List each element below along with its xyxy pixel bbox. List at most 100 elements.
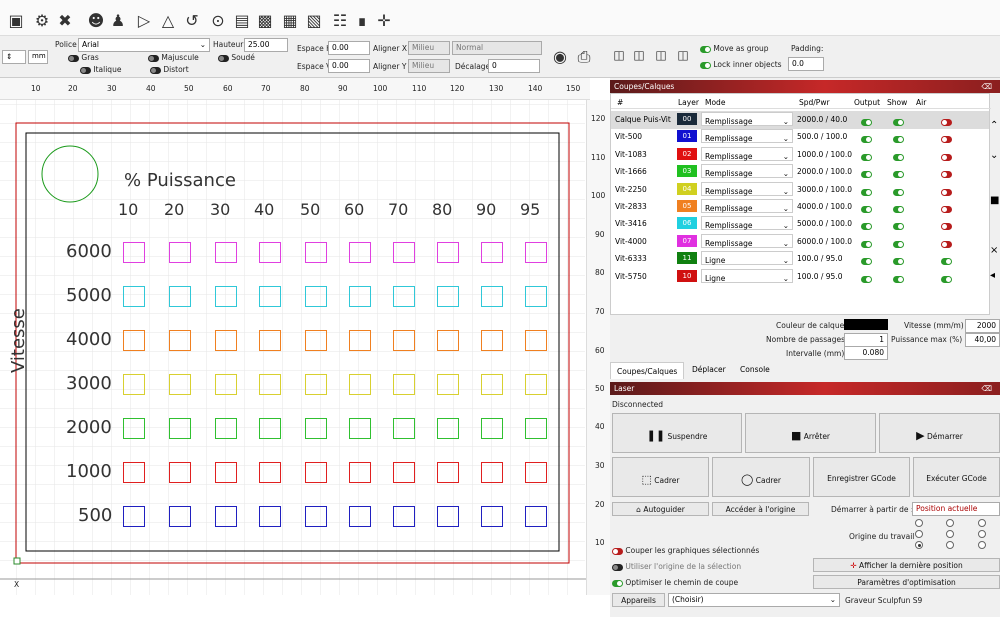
test-square[interactable] [123,330,145,351]
layer-mode-select[interactable]: Remplissage ⌄ [701,181,793,196]
test-square[interactable] [123,242,145,263]
test-square[interactable] [481,286,503,307]
test-square[interactable] [481,506,503,527]
test-square[interactable] [481,462,503,483]
layer-mode-select[interactable]: Remplissage ⌄ [701,233,793,248]
test-square[interactable] [305,242,327,263]
monitor-icon[interactable]: ▣ [6,10,26,32]
layer-mode-select[interactable]: Remplissage ⌄ [701,216,793,231]
origin-radio-mc[interactable] [946,530,954,538]
tab-move[interactable]: Déplacer [686,362,732,379]
test-square[interactable] [215,242,237,263]
speed-label[interactable]: 6000 [66,241,112,262]
speed-field[interactable]: 2000 [965,319,1000,333]
test-square[interactable] [349,242,371,263]
move-as-group-option[interactable]: Move as group [700,44,769,53]
maxpower-field[interactable]: 40,00 [965,333,1000,347]
rotary-icon[interactable]: ∎ [352,10,372,32]
test-square[interactable] [525,418,547,439]
padding-field[interactable]: 0.0 [788,57,824,71]
align2-icon[interactable]: ▩ [255,10,275,32]
use-origin-option[interactable]: Utiliser l'origine de la sélection [612,562,741,571]
test-square[interactable] [437,330,459,351]
test-square[interactable] [169,330,191,351]
test-square[interactable] [349,418,371,439]
test-square[interactable] [393,506,415,527]
test-square[interactable] [393,374,415,395]
layer-row[interactable]: Vit-5750 10 Ligne ⌄ 100.0 / 95.0 [611,268,989,286]
print-icon[interactable]: ⎙ [574,46,594,68]
test-square[interactable] [437,506,459,527]
test-square[interactable] [393,242,415,263]
run-gcode-button[interactable]: Exécuter GCode [913,457,1000,497]
upper-option[interactable]: Majuscule [148,53,199,62]
layer-row[interactable]: Vit-1083 02 Remplissage ⌄ 1000.0 / 100.0 [611,146,989,164]
layer-row[interactable]: Vit-2833 05 Remplissage ⌄ 4000.0 / 100.0 [611,198,989,216]
test-square[interactable] [437,286,459,307]
align-left-icon[interactable]: ◫ [609,44,629,66]
test-square[interactable] [123,418,145,439]
welded-toggle[interactable] [218,54,229,62]
test-square[interactable] [349,506,371,527]
test-square[interactable] [123,374,145,395]
start-button[interactable]: ▶ Démarrer [879,413,1000,453]
test-square[interactable] [437,418,459,439]
test-square[interactable] [437,374,459,395]
power-label[interactable]: 70 [388,200,408,219]
test-square[interactable] [123,506,145,527]
test-square[interactable] [437,462,459,483]
test-square[interactable] [215,462,237,483]
pause-button[interactable]: ❚❚ Suspendre [612,413,742,453]
test-square[interactable] [169,286,191,307]
test-square[interactable] [169,242,191,263]
bold-toggle[interactable] [68,54,79,62]
vspace-field[interactable]: 0.00 [328,59,370,73]
test-square[interactable] [215,286,237,307]
test-square[interactable] [305,506,327,527]
layer-mode-select[interactable]: Remplissage ⌄ [701,129,793,144]
speed-label[interactable]: 2000 [66,417,112,438]
optimization-settings-button[interactable]: Paramètres d'optimisation [813,575,1000,589]
go-origin-button[interactable]: Accéder à l'origine [712,502,809,516]
power-label[interactable]: 90 [476,200,496,219]
test-square[interactable] [393,330,415,351]
test-square[interactable] [169,418,191,439]
test-square[interactable] [305,462,327,483]
test-square[interactable] [215,374,237,395]
tools-icon[interactable]: ✖ [55,10,75,32]
layer-color-swatch[interactable] [844,319,888,330]
unit-select[interactable]: mm [28,50,48,64]
speed-label[interactable]: 3000 [66,373,112,394]
test-square[interactable] [525,242,547,263]
test-square[interactable] [393,462,415,483]
stop-button[interactable]: ■ Arrêter [745,413,876,453]
test-square[interactable] [349,286,371,307]
align-bottom-icon[interactable]: ◫ [673,44,693,66]
test-square[interactable] [481,418,503,439]
test-square[interactable] [259,242,281,263]
layer-row[interactable]: Vit-2250 04 Remplissage ⌄ 3000.0 / 100.0 [611,181,989,199]
test-square[interactable] [305,286,327,307]
power-label[interactable]: 95 [520,200,540,219]
layer-mode-select[interactable]: Remplissage ⌄ [701,199,793,213]
interval-field[interactable]: 0.080 [844,346,888,360]
test-square[interactable] [169,374,191,395]
test-square[interactable] [259,374,281,395]
alignx-select[interactable]: Milieu [408,41,450,55]
origin-radio-tr[interactable] [978,519,986,527]
origin-radio-br[interactable] [978,541,986,549]
devices-button[interactable]: Appareils [612,593,665,607]
test-square[interactable] [123,286,145,307]
test-square[interactable] [259,506,281,527]
test-square[interactable] [349,462,371,483]
pin-icon[interactable]: ⌫ [981,384,992,393]
pin-icon[interactable]: ⌫ [981,82,992,91]
test-square[interactable] [259,286,281,307]
test-square[interactable] [305,374,327,395]
speed-label[interactable]: 500 [78,505,112,526]
layer-row[interactable]: Vit-1666 03 Remplissage ⌄ 2000.0 / 100.0 [611,163,989,181]
bold-option[interactable]: Gras [68,53,99,62]
power-label[interactable]: 40 [254,200,274,219]
chevron-up-icon[interactable]: ⌃ [990,120,998,131]
layer-mode-select[interactable]: Remplissage ⌄ [701,164,793,179]
